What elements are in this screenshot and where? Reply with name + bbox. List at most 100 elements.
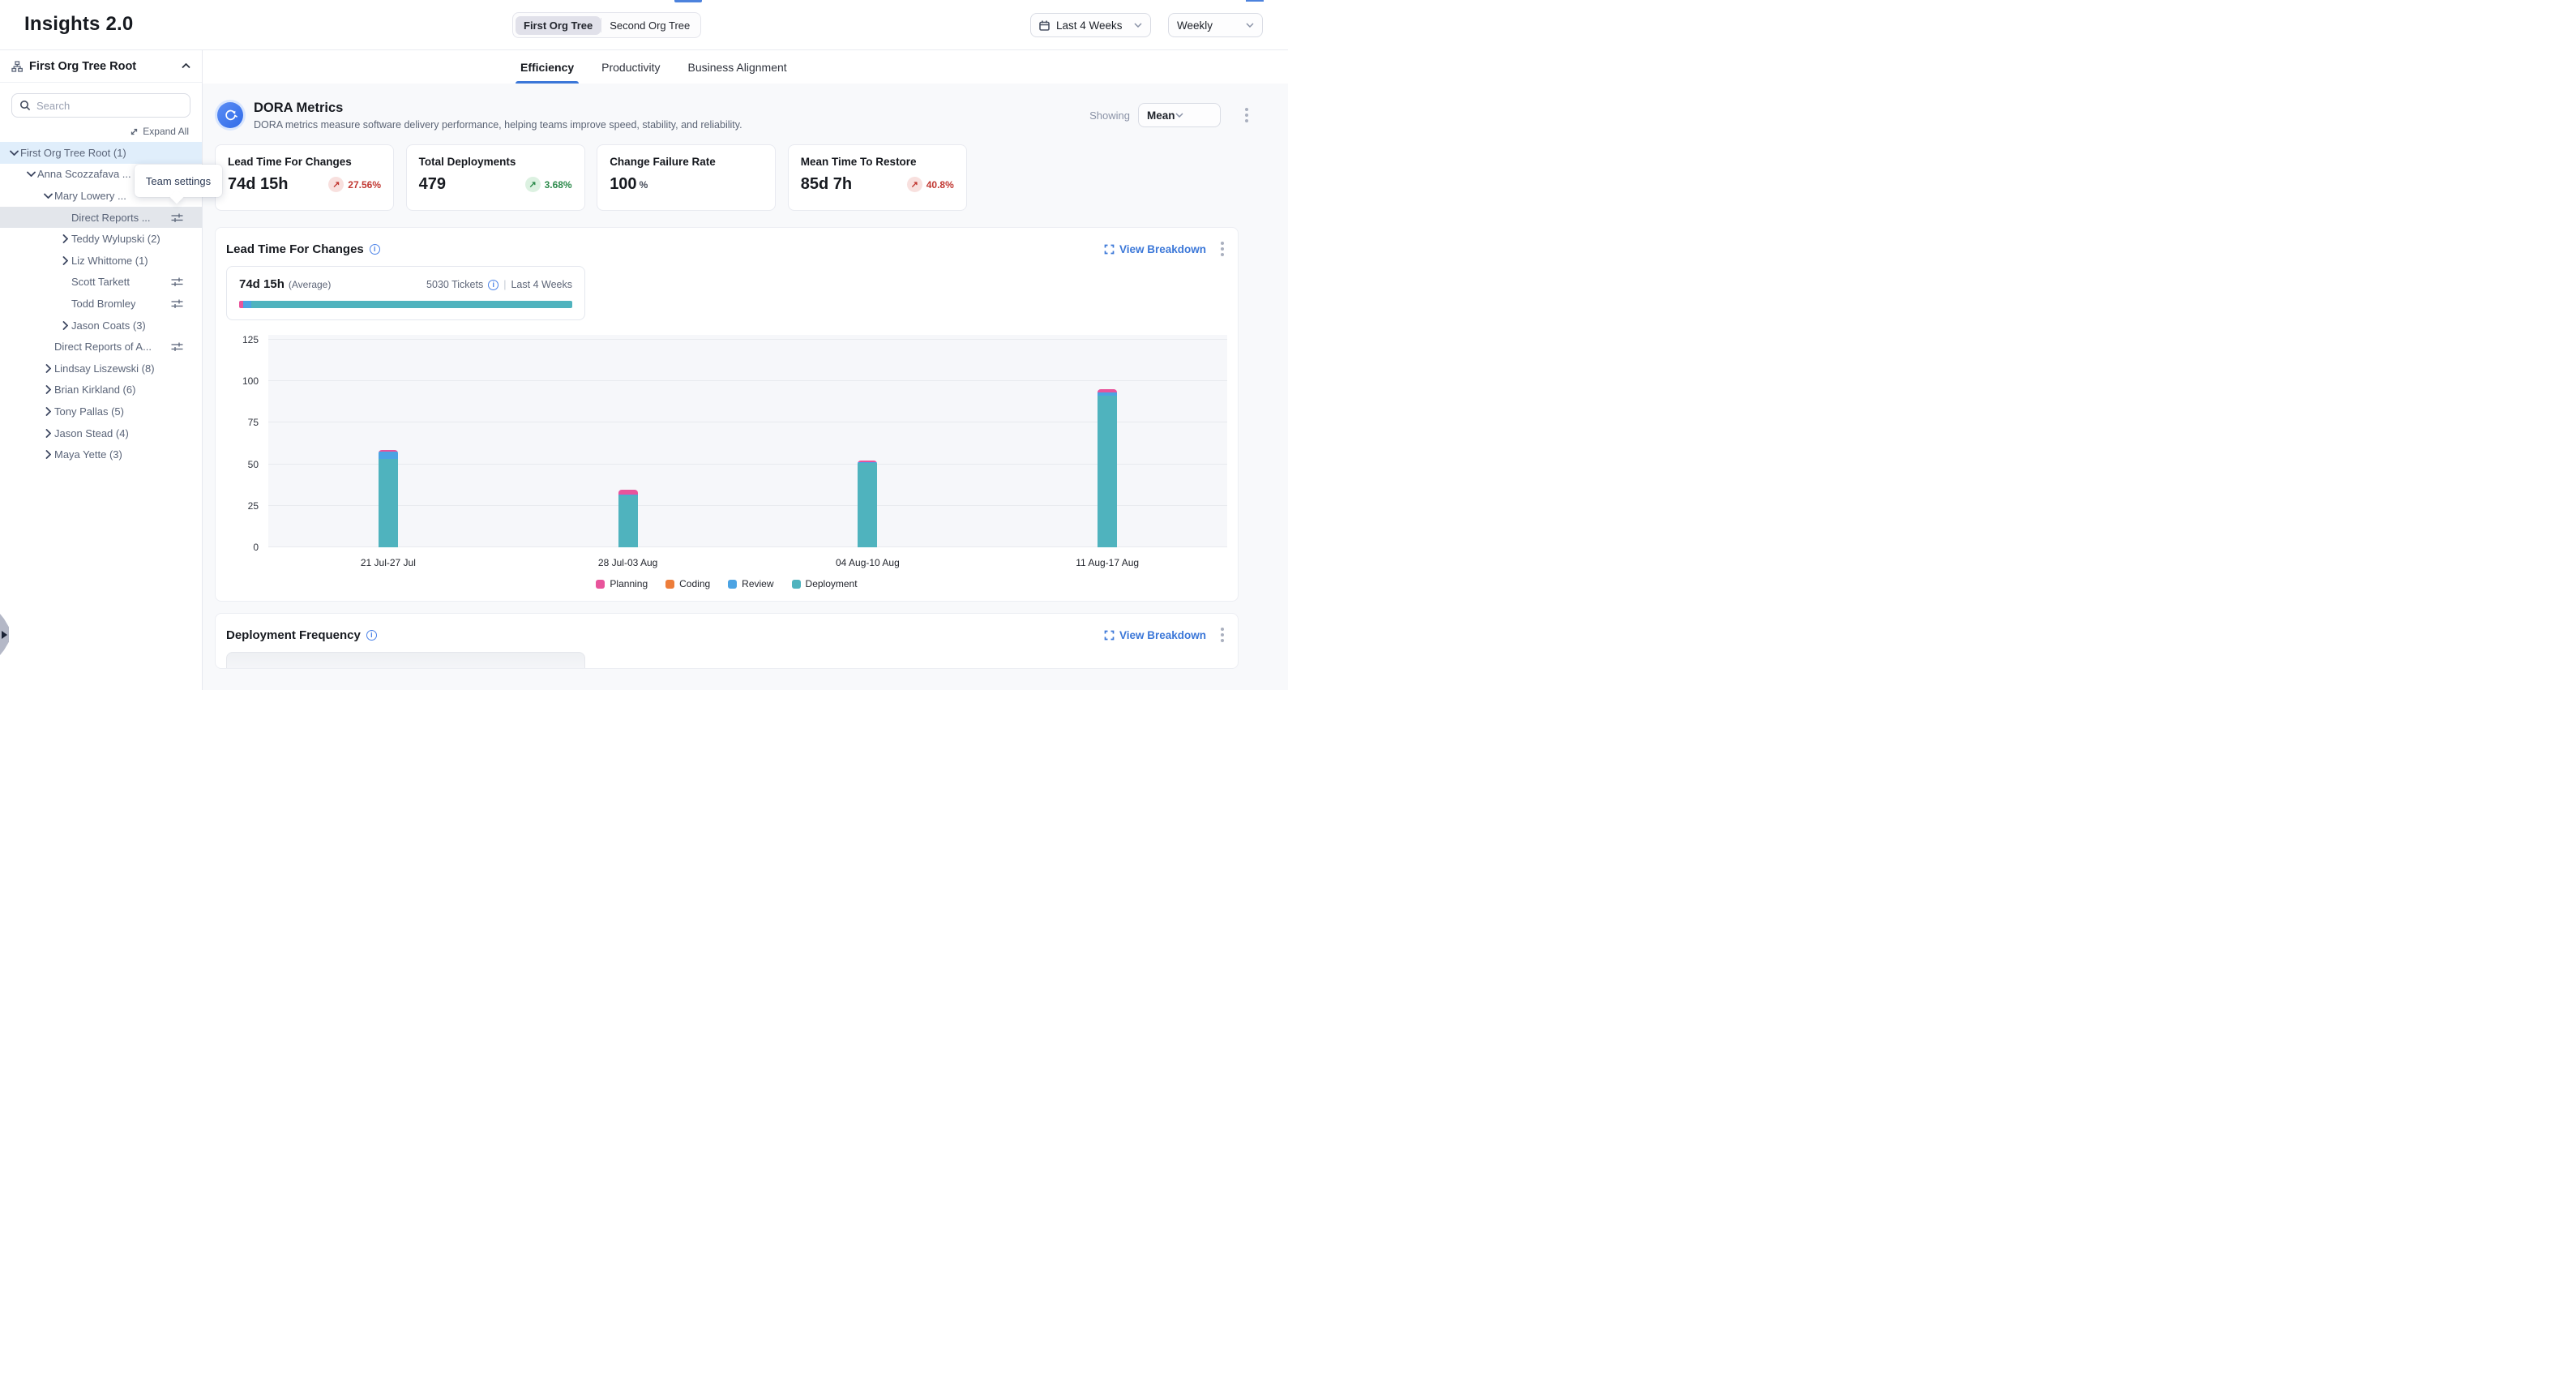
org-chart-icon <box>11 61 23 72</box>
metric-card-change-failure-rate: Change Failure Rate100% <box>597 144 776 211</box>
tree-item-maya-yette-3[interactable]: Maya Yette (3) <box>0 444 202 465</box>
tree-item-label: Scott Tarkett <box>71 276 130 288</box>
chart-legend: PlanningCodingReviewDeployment <box>226 578 1227 589</box>
stacked-bar-11-aug-17-aug[interactable] <box>1098 389 1117 547</box>
x-tick-label: 28 Jul-03 Aug <box>598 557 657 568</box>
metric-title: Change Failure Rate <box>610 156 763 168</box>
tree-item-label: Maya Yette (3) <box>54 448 122 461</box>
tree-item-scott-tarkett[interactable]: Scott Tarkett <box>0 272 202 294</box>
tree-item-label: Todd Bromley <box>71 298 135 310</box>
breakdown-expand-icon <box>1104 244 1115 255</box>
chevron-down-icon <box>1246 23 1254 28</box>
app-title: Insights 2.0 <box>24 13 133 36</box>
toggle-second-org-tree[interactable]: Second Org Tree <box>601 16 698 35</box>
play-arrow-icon <box>2 631 7 639</box>
tree-item-brian-kirkland-6[interactable]: Brian Kirkland (6) <box>0 379 202 401</box>
date-range-select[interactable]: Last 4 Weeks <box>1030 13 1151 37</box>
chevron-right-icon[interactable] <box>59 234 71 243</box>
tree-item-label: Lindsay Liszewski (8) <box>54 362 155 375</box>
aggregation-value: Mean <box>1147 109 1175 122</box>
org-tree-sidebar: First Org Tree Root Expand All First Org… <box>0 50 203 690</box>
chevron-down-icon[interactable] <box>42 193 54 199</box>
y-tick-label: 75 <box>248 417 259 428</box>
sidebar-title: First Org Tree Root <box>29 60 175 73</box>
toggle-first-org-tree[interactable]: First Org Tree <box>516 16 601 35</box>
chevron-down-icon[interactable] <box>8 150 20 156</box>
team-settings-icon[interactable] <box>171 212 183 223</box>
stacked-bar-28-jul-03-aug[interactable] <box>618 490 638 547</box>
info-icon[interactable]: i <box>370 244 380 255</box>
aggregation-select[interactable]: Mean <box>1138 103 1221 127</box>
chevron-right-icon[interactable] <box>42 450 54 459</box>
chevron-right-icon[interactable] <box>59 256 71 265</box>
tree-item-label: Direct Reports ... <box>71 212 151 224</box>
lead-time-kebab-menu[interactable] <box>1217 238 1227 259</box>
tickets-count: 5030 Tickets <box>426 279 483 290</box>
legend-label: Coding <box>679 578 710 589</box>
x-tick-label: 11 Aug-17 Aug <box>1076 557 1139 568</box>
tree-item-direct-reports[interactable]: Direct Reports ... <box>0 207 202 229</box>
bar-segment-deployment <box>379 459 398 547</box>
tree-item-direct-reports-of-a[interactable]: Direct Reports of A... <box>0 336 202 358</box>
chevron-right-icon[interactable] <box>59 321 71 330</box>
tree-item-first-org-tree-root-1[interactable]: First Org Tree Root (1) <box>0 142 202 164</box>
stacked-bar-21-jul-27-jul[interactable] <box>379 450 398 547</box>
legend-swatch <box>665 580 674 589</box>
deployment-summary-card-partial <box>226 652 585 669</box>
chevron-right-icon[interactable] <box>42 407 54 416</box>
tickets-info-icon[interactable]: i <box>488 280 499 290</box>
tree-item-todd-bromley[interactable]: Todd Bromley <box>0 293 202 315</box>
metric-value: 479 <box>419 175 446 194</box>
tree-item-teddy-wylupski-2[interactable]: Teddy Wylupski (2) <box>0 228 202 250</box>
deployment-kebab-menu[interactable] <box>1217 624 1227 645</box>
chart-plot-area <box>268 335 1227 547</box>
tree-item-tony-pallas-5[interactable]: Tony Pallas (5) <box>0 401 202 422</box>
team-settings-icon[interactable] <box>171 276 183 287</box>
chevron-down-icon <box>1175 113 1183 118</box>
team-settings-icon[interactable] <box>171 298 183 309</box>
bar-segment-deployment <box>1098 396 1117 547</box>
chevron-right-icon[interactable] <box>42 385 54 394</box>
lead-time-section: Lead Time For Changes i View Breakdown 7… <box>215 227 1239 602</box>
view-breakdown-link-2[interactable]: View Breakdown <box>1104 629 1206 641</box>
metric-title: Mean Time To Restore <box>801 156 954 168</box>
tree-item-label: Direct Reports of A... <box>54 341 152 353</box>
delta-badge: ↗27.56% <box>328 177 381 192</box>
tree-item-liz-whittome-1[interactable]: Liz Whittome (1) <box>0 250 202 272</box>
tab-efficiency[interactable]: Efficiency <box>520 50 574 84</box>
lead-time-section-title: Lead Time For Changes i <box>226 242 380 256</box>
chevron-down-icon[interactable] <box>25 171 37 177</box>
tab-efficiency-label: Efficiency <box>520 61 574 74</box>
deployment-frequency-section: Deployment Frequency i View Breakdown <box>215 613 1239 669</box>
search-input[interactable] <box>36 100 182 112</box>
tree-item-label: Teddy Wylupski (2) <box>71 233 160 245</box>
chevron-right-icon[interactable] <box>42 364 54 373</box>
chevron-up-icon[interactable] <box>182 63 190 69</box>
y-tick-label: 0 <box>253 542 259 553</box>
gridline <box>268 464 1227 465</box>
gridline <box>268 339 1227 340</box>
metric-value: 85d 7h <box>801 175 852 194</box>
phase-distribution-bar <box>239 301 572 308</box>
tab-productivity[interactable]: Productivity <box>601 50 660 84</box>
legend-item-review: Review <box>728 578 773 589</box>
sidebar-header[interactable]: First Org Tree Root <box>0 50 202 83</box>
granularity-select[interactable]: Weekly <box>1168 13 1263 37</box>
metric-title: Total Deployments <box>419 156 572 168</box>
team-settings-icon[interactable] <box>171 341 183 352</box>
tree-item-jason-stead-4[interactable]: Jason Stead (4) <box>0 422 202 444</box>
view-breakdown-link[interactable]: View Breakdown <box>1104 243 1206 255</box>
chevron-right-icon[interactable] <box>42 429 54 438</box>
stacked-bar-04-aug-10-aug[interactable] <box>858 461 877 547</box>
org-tree-toggle-group: First Org Tree Second Org Tree <box>512 12 701 38</box>
tree-item-lindsay-liszewski-8[interactable]: Lindsay Liszewski (8) <box>0 358 202 379</box>
tree-item-jason-coats-3[interactable]: Jason Coats (3) <box>0 315 202 336</box>
sidebar-search[interactable] <box>11 93 190 118</box>
summary-divider: | <box>503 279 506 290</box>
dora-kebab-menu[interactable] <box>1242 105 1252 126</box>
tab-business-alignment[interactable]: Business Alignment <box>688 50 787 84</box>
info-icon[interactable]: i <box>366 630 377 641</box>
expand-all-button[interactable]: Expand All <box>0 126 189 137</box>
legend-label: Planning <box>610 578 648 589</box>
metric-unit: % <box>640 179 648 191</box>
